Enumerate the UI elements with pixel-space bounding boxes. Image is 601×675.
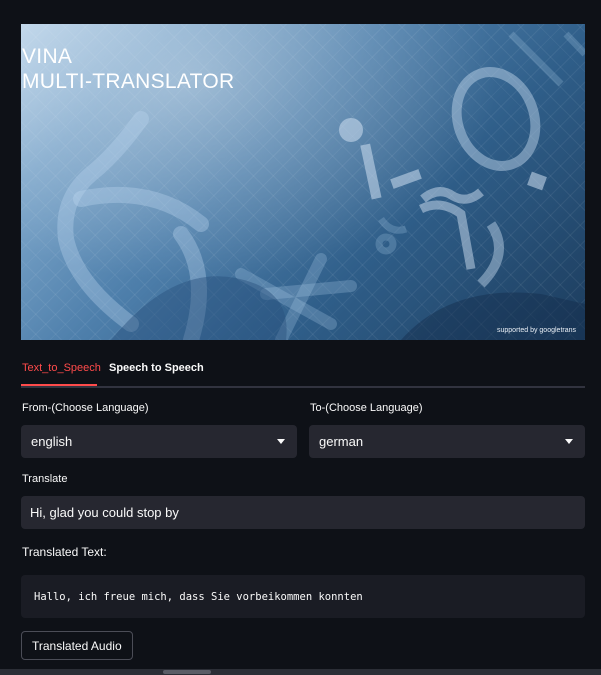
to-language-select[interactable]: german: [309, 425, 585, 458]
app-title: VINA MULTI-TRANSLATOR: [22, 45, 235, 93]
to-language-label: To-(Choose Language): [310, 402, 423, 414]
translate-input-value: Hi, glad you could stop by: [30, 505, 179, 520]
from-language-label: From-(Choose Language): [22, 402, 149, 414]
translated-text-value: Hallo, ich freue mich, dass Sie vorbeiko…: [34, 590, 363, 603]
translated-text-label: Translated Text:: [22, 545, 107, 559]
from-language-select[interactable]: english: [21, 425, 297, 458]
header-banner-image: VINA MULTI-TRANSLATOR supported by googl…: [21, 24, 585, 340]
app-root: VINA MULTI-TRANSLATOR supported by googl…: [0, 0, 601, 675]
scrollbar-thumb[interactable]: [163, 670, 211, 674]
chevron-down-icon: [565, 439, 573, 444]
tab-speech-to-speech[interactable]: Speech to Speech: [109, 362, 204, 374]
banner-credit-text: supported by googletrans: [497, 327, 576, 334]
active-tab-indicator: [21, 384, 97, 386]
tab-bar: Text_to_Speech Speech to Speech: [21, 358, 585, 388]
translated-audio-button[interactable]: Translated Audio: [21, 631, 133, 660]
from-language-value: english: [31, 434, 73, 449]
tab-text-to-speech[interactable]: Text_to_Speech: [22, 362, 101, 374]
translate-label: Translate: [22, 473, 68, 485]
translated-text-output: Hallo, ich freue mich, dass Sie vorbeiko…: [21, 575, 585, 618]
to-language-value: german: [319, 434, 364, 449]
translate-input[interactable]: Hi, glad you could stop by: [21, 496, 585, 529]
horizontal-scrollbar[interactable]: [0, 669, 601, 675]
chevron-down-icon: [277, 439, 285, 444]
